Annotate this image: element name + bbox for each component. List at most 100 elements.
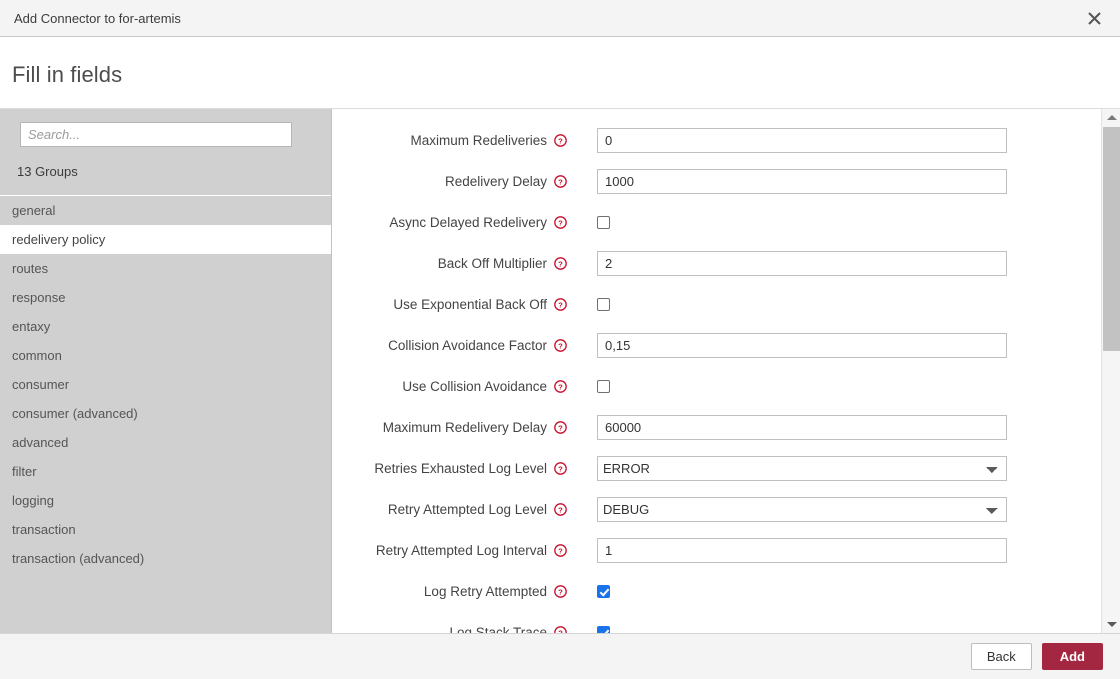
add-connector-dialog: Add Connector to for-artemis Fill in fie… — [0, 0, 1120, 679]
input-back-off-multiplier[interactable] — [597, 251, 1007, 276]
svg-text:?: ? — [558, 587, 563, 596]
field-row: Retry Attempted Log Interval? — [333, 530, 1101, 571]
field-label-use-collision-avoidance: Use Collision Avoidance? — [333, 379, 576, 394]
help-circle-icon[interactable]: ? — [554, 339, 567, 352]
help-circle-icon[interactable]: ? — [554, 175, 567, 188]
field-label-retry-attempted-log-level: Retry Attempted Log Level? — [333, 502, 576, 517]
search-container — [0, 109, 331, 147]
checkbox-log-stack-trace[interactable] — [597, 626, 610, 633]
dialog-footer: Back Add — [0, 633, 1120, 679]
svg-text:?: ? — [558, 464, 563, 473]
search-input[interactable] — [20, 122, 292, 147]
vertical-scrollbar[interactable] — [1101, 109, 1120, 633]
field-row: Retry Attempted Log Level? DEBUG — [333, 489, 1101, 530]
fields-panel: Maximum Redeliveries? Redelivery Delay? As… — [333, 109, 1101, 633]
svg-text:?: ? — [558, 259, 563, 268]
input-collision-avoidance-factor[interactable] — [597, 333, 1007, 358]
help-circle-icon[interactable]: ? — [554, 421, 567, 434]
help-circle-icon[interactable]: ? — [554, 462, 567, 475]
field-label-maximum-redeliveries: Maximum Redeliveries? — [333, 133, 576, 148]
sidebar-item-general[interactable]: general — [0, 196, 331, 225]
sidebar-item-label: general — [12, 203, 55, 218]
field-control — [576, 333, 1007, 358]
help-circle-icon[interactable]: ? — [554, 298, 567, 311]
field-label-text: Retries Exhausted Log Level — [374, 461, 547, 476]
sidebar-item-advanced[interactable]: advanced — [0, 428, 331, 457]
field-label-text: Use Collision Avoidance — [402, 379, 547, 394]
sidebar-item-label: response — [12, 290, 65, 305]
svg-text:?: ? — [558, 505, 563, 514]
sidebar-item-label: logging — [12, 493, 54, 508]
add-button[interactable]: Add — [1042, 643, 1103, 670]
scroll-up-arrow-icon[interactable] — [1102, 109, 1120, 126]
field-control — [576, 298, 610, 311]
sidebar-item-label: filter — [12, 464, 37, 479]
field-row: Use Exponential Back Off? — [333, 284, 1101, 325]
sidebar-item-label: redelivery policy — [12, 232, 105, 247]
field-control: ERROR — [576, 456, 1007, 481]
select-retry-attempted-log-level[interactable]: DEBUG — [597, 497, 1007, 522]
field-row: Log Stack Trace? — [333, 612, 1101, 633]
back-button[interactable]: Back — [971, 643, 1032, 670]
sidebar-item-logging[interactable]: logging — [0, 486, 331, 515]
help-circle-icon[interactable]: ? — [554, 257, 567, 270]
field-control — [576, 380, 610, 393]
svg-text:?: ? — [558, 341, 563, 350]
help-circle-icon[interactable]: ? — [554, 134, 567, 147]
field-row: Back Off Multiplier? — [333, 243, 1101, 284]
checkbox-use-collision-avoidance[interactable] — [597, 380, 610, 393]
help-circle-icon[interactable]: ? — [554, 503, 567, 516]
svg-text:?: ? — [558, 177, 563, 186]
close-icon — [1088, 12, 1101, 25]
help-circle-icon[interactable]: ? — [554, 380, 567, 393]
help-circle-icon[interactable]: ? — [554, 585, 567, 598]
sidebar-item-label: consumer (advanced) — [12, 406, 138, 421]
checkbox-use-exponential-back-off[interactable] — [597, 298, 610, 311]
sidebar-item-consumer[interactable]: consumer — [0, 370, 331, 399]
svg-text:?: ? — [558, 218, 563, 227]
sidebar-item-common[interactable]: common — [0, 341, 331, 370]
sidebar-item-transaction[interactable]: transaction — [0, 515, 331, 544]
sidebar-item-transaction-advanced[interactable]: transaction (advanced) — [0, 544, 331, 573]
field-control — [576, 216, 610, 229]
dialog-body: 13 Groups generalredelivery policyroutes… — [0, 108, 1120, 633]
input-maximum-redelivery-delay[interactable] — [597, 415, 1007, 440]
input-redelivery-delay[interactable] — [597, 169, 1007, 194]
field-row: Log Retry Attempted? — [333, 571, 1101, 612]
close-button[interactable] — [1068, 0, 1120, 36]
scrollbar-thumb[interactable] — [1103, 127, 1120, 351]
help-circle-icon[interactable]: ? — [554, 216, 567, 229]
field-row: Redelivery Delay? — [333, 161, 1101, 202]
input-maximum-redeliveries[interactable] — [597, 128, 1007, 153]
field-label-text: Collision Avoidance Factor — [388, 338, 547, 353]
select-retries-exhausted-log-level[interactable]: ERROR — [597, 456, 1007, 481]
dialog-title: Add Connector to for-artemis — [14, 11, 181, 26]
help-circle-icon[interactable]: ? — [554, 544, 567, 557]
sidebar-item-redelivery-policy[interactable]: redelivery policy — [0, 225, 331, 254]
field-label-retries-exhausted-log-level: Retries Exhausted Log Level? — [333, 461, 576, 476]
field-row: Collision Avoidance Factor? — [333, 325, 1101, 366]
svg-text:?: ? — [558, 546, 563, 555]
field-label-maximum-redelivery-delay: Maximum Redelivery Delay? — [333, 420, 576, 435]
fields-list: Maximum Redeliveries? Redelivery Delay? As… — [333, 109, 1101, 633]
svg-text:?: ? — [558, 136, 563, 145]
sidebar-item-response[interactable]: response — [0, 283, 331, 312]
checkbox-async-delayed-redelivery[interactable] — [597, 216, 610, 229]
svg-text:?: ? — [558, 382, 563, 391]
scroll-down-arrow-icon[interactable] — [1102, 616, 1120, 633]
field-label-use-exponential-back-off: Use Exponential Back Off? — [333, 297, 576, 312]
field-row: Maximum Redelivery Delay? — [333, 407, 1101, 448]
sidebar-item-entaxy[interactable]: entaxy — [0, 312, 331, 341]
sidebar-item-routes[interactable]: routes — [0, 254, 331, 283]
group-list: general redelivery policy routes response en… — [0, 195, 331, 573]
sidebar-item-consumer-advanced[interactable]: consumer (advanced) — [0, 399, 331, 428]
sidebar-item-filter[interactable]: filter — [0, 457, 331, 486]
field-label-redelivery-delay: Redelivery Delay? — [333, 174, 576, 189]
field-label-text: Log Retry Attempted — [424, 584, 547, 599]
field-row: Maximum Redeliveries? — [333, 120, 1101, 161]
input-retry-attempted-log-interval[interactable] — [597, 538, 1007, 563]
checkbox-log-retry-attempted[interactable] — [597, 585, 610, 598]
field-label-text: Async Delayed Redelivery — [389, 215, 547, 230]
help-circle-icon[interactable]: ? — [554, 626, 567, 633]
field-label-text: Retry Attempted Log Level — [388, 502, 547, 517]
